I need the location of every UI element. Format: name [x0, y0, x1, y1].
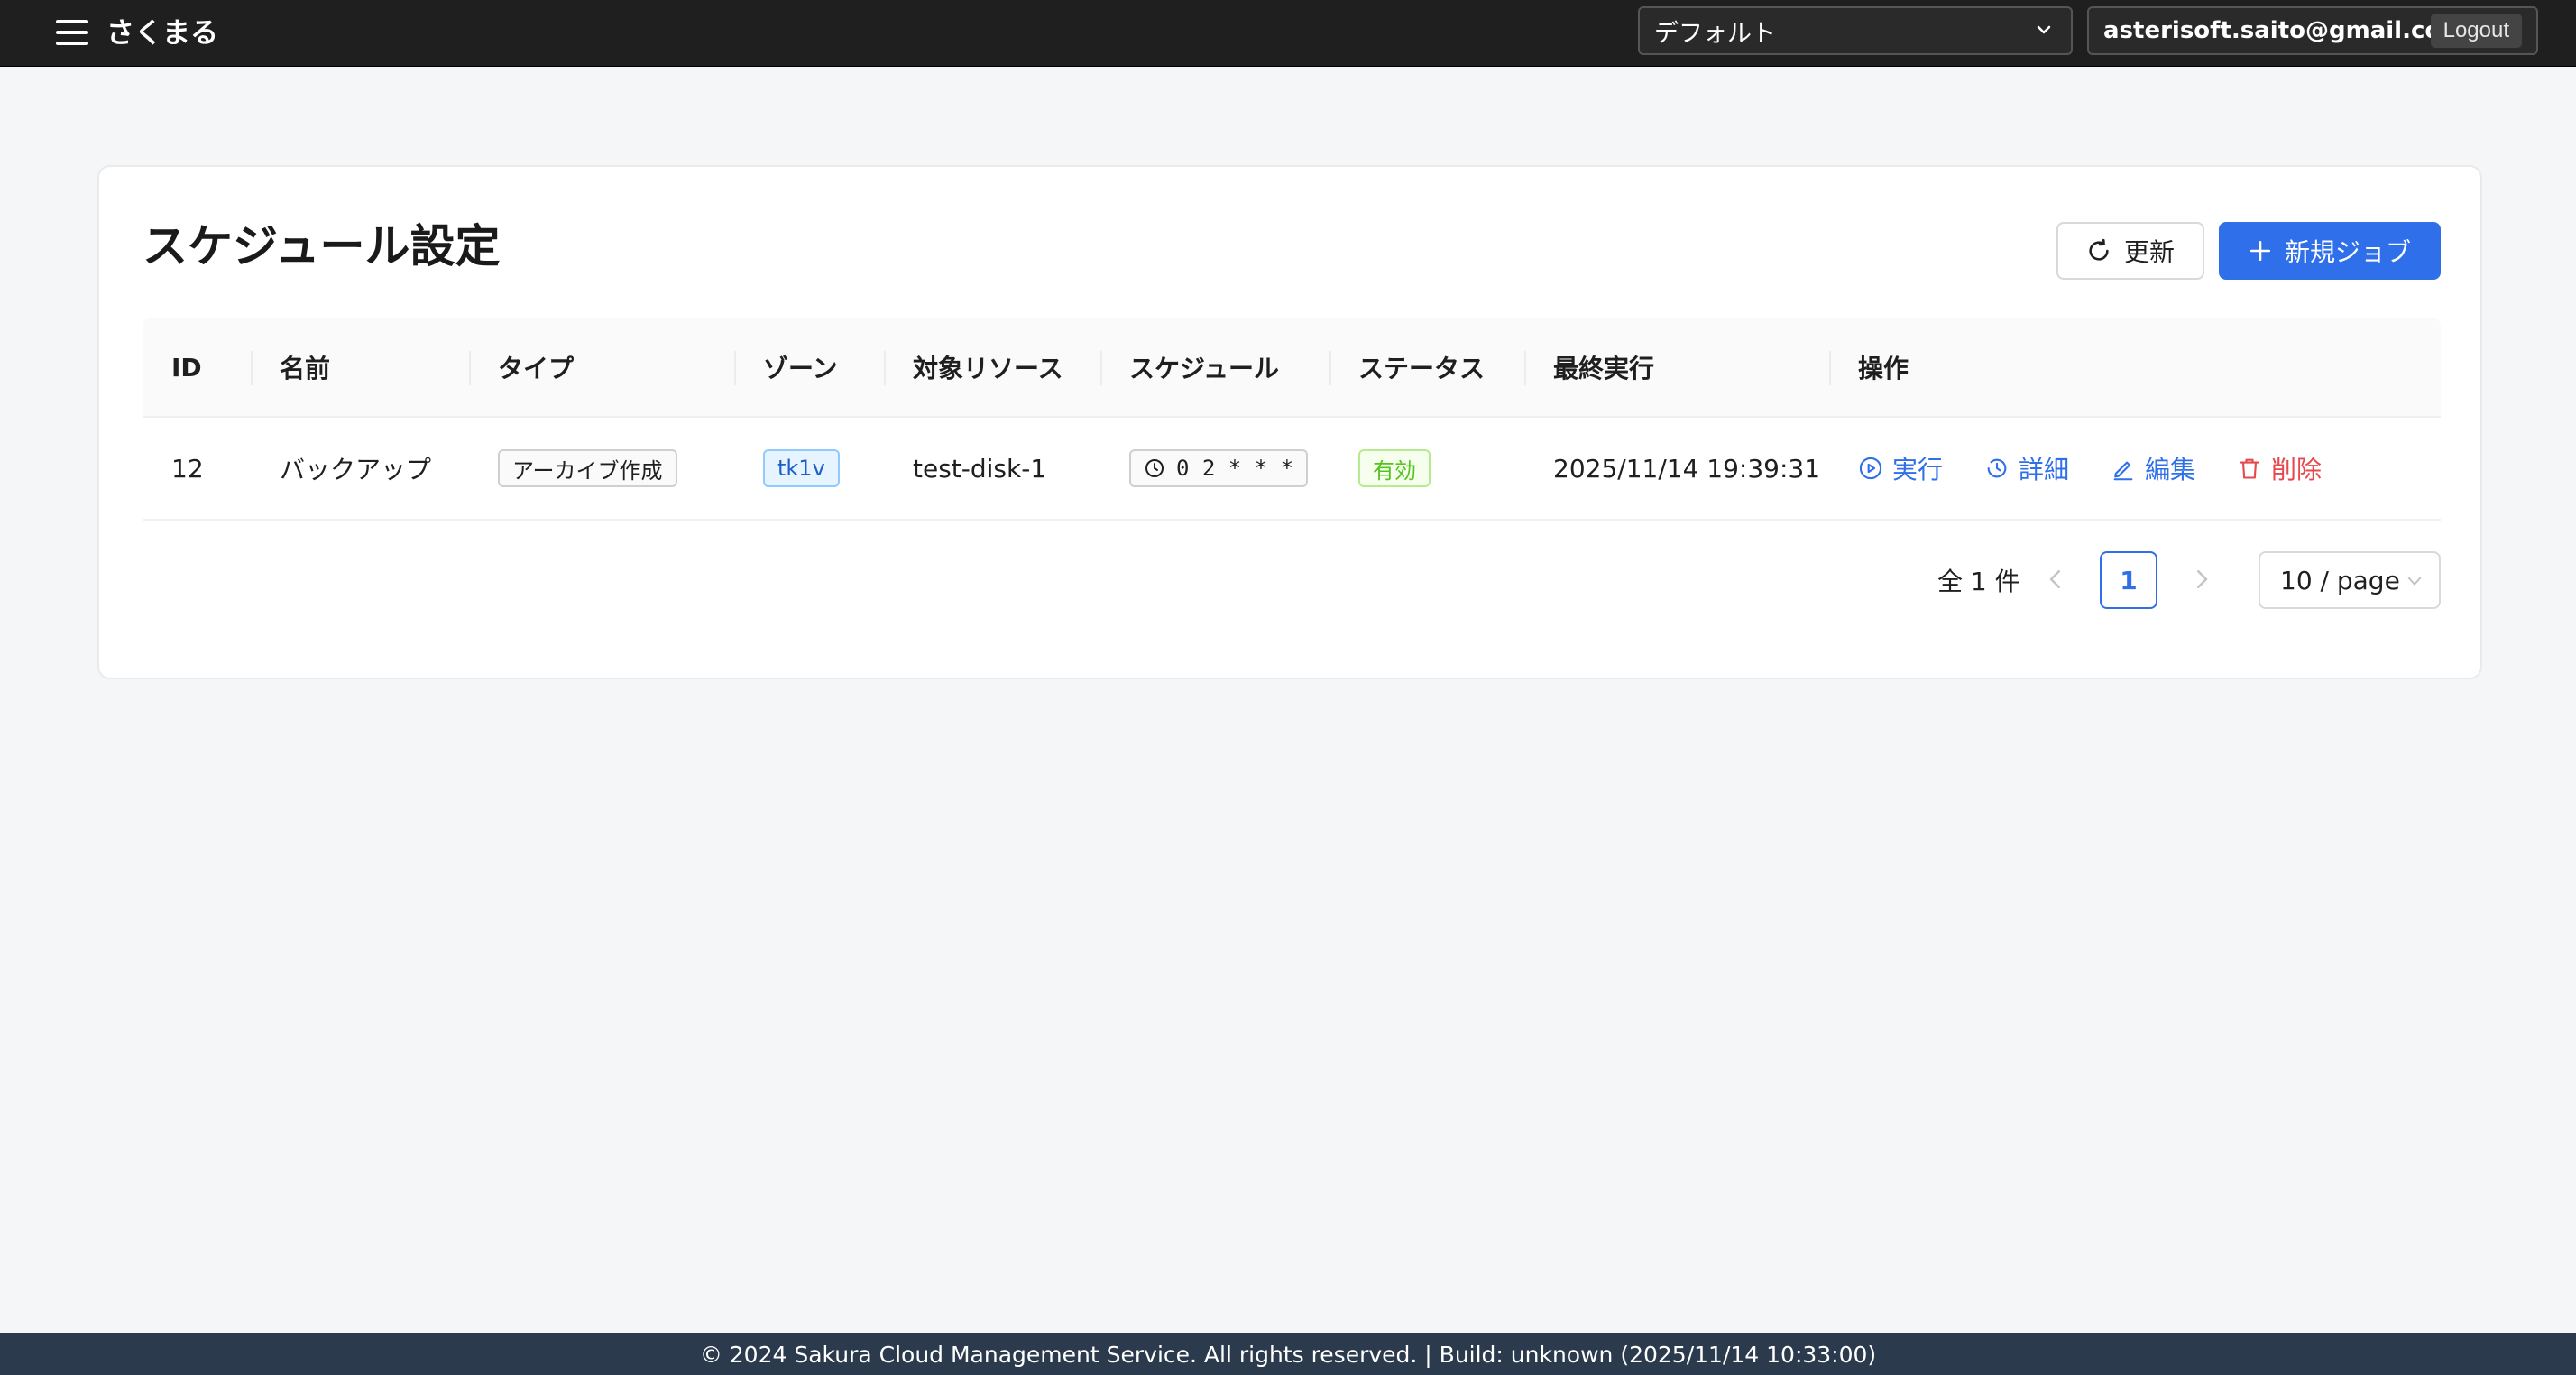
chevron-down-icon: [2037, 25, 2051, 34]
zone-tag: tk1v: [763, 449, 840, 487]
total-count: 全 1 件: [1937, 567, 2020, 596]
chevron-right-icon[interactable]: [2188, 566, 2215, 593]
cell-type: アーカイブ作成: [469, 418, 734, 519]
new-job-button[interactable]: 新規ジョブ: [2219, 222, 2441, 280]
cell-resource: test-disk-1: [913, 453, 1047, 484]
chevron-down-icon: [2407, 577, 2422, 586]
history-icon: [1987, 458, 2007, 478]
cell-schedule: 0 2 * * *: [1100, 418, 1329, 519]
schedule-table: ID 名前 タイプ ゾーン 対象リソース スケジュール ステータス 最終実行 操…: [143, 318, 2441, 521]
cell-zone: tk1v: [734, 418, 884, 519]
plus-icon: [2249, 240, 2271, 262]
cell-actions: 実行 詳細 編集 削除: [1829, 418, 2441, 519]
schedule-card: スケジュール設定 更新 新規ジョブ ID 名前 タイプ ゾーン 対象リソース ス…: [97, 165, 2482, 679]
column-header-status: ステータス: [1329, 318, 1524, 416]
page-title: スケジュール設定: [143, 220, 501, 272]
column-header-last-run: 最終実行: [1524, 318, 1829, 416]
column-header-schedule: スケジュール: [1100, 318, 1329, 416]
top-navbar: さくまる デフォルト asterisoft.saito@gmail.com Lo…: [0, 0, 2576, 67]
project-select[interactable]: デフォルト: [1638, 6, 2073, 55]
column-header-resource: 対象リソース: [884, 318, 1100, 416]
edit-label: 編集: [2145, 455, 2196, 484]
refresh-label: 更新: [2123, 238, 2175, 266]
edit-action[interactable]: 編集: [2111, 450, 2195, 486]
cell-last-run: 2025/11/14 19:39:31: [1553, 453, 1821, 484]
cell-status: 有効: [1329, 418, 1524, 519]
cell-name: バックアップ: [280, 455, 432, 484]
column-header-actions: 操作: [1829, 318, 2441, 416]
clock-icon: [1145, 459, 1164, 477]
trash-icon: [2240, 458, 2259, 479]
detail-action[interactable]: 詳細: [1984, 450, 2069, 486]
user-menu: asterisoft.saito@gmail.com Logout: [2087, 6, 2538, 55]
table-row: 12 バックアップ アーカイブ作成 tk1v test-disk-1 0 2 *…: [143, 418, 2441, 521]
status-badge: 有効: [1358, 449, 1431, 487]
detail-label: 詳細: [2019, 455, 2070, 484]
new-job-label: 新規ジョブ: [2284, 238, 2411, 266]
page-size-select[interactable]: 10 / page: [2259, 551, 2441, 609]
cell-id: 12: [171, 453, 204, 484]
table-header: ID 名前 タイプ ゾーン 対象リソース スケジュール ステータス 最終実行 操…: [143, 318, 2441, 418]
user-email: asterisoft.saito@gmail.com: [2103, 17, 2466, 44]
project-select-value: デフォルト: [1654, 19, 1776, 48]
column-header-name: 名前: [251, 318, 469, 416]
edit-icon: [2113, 461, 2133, 481]
delete-label: 削除: [2271, 455, 2323, 484]
delete-action[interactable]: 削除: [2237, 450, 2322, 486]
refresh-icon: [2089, 238, 2109, 261]
logout-button[interactable]: Logout: [2430, 14, 2522, 48]
column-header-type: タイプ: [469, 318, 734, 416]
run-label: 実行: [1892, 455, 1944, 484]
brand-logo[interactable]: さくまる: [106, 11, 218, 56]
footer-text: © 2024 Sakura Cloud Management Service. …: [699, 1341, 1877, 1368]
column-header-zone: ゾーン: [734, 318, 884, 416]
column-header-id: ID: [171, 352, 202, 383]
run-action[interactable]: 実行: [1858, 450, 1943, 486]
schedule-tag: 0 2 * * *: [1129, 449, 1309, 487]
page-size-value: 10 / page: [2280, 565, 2400, 595]
type-tag: アーカイブ作成: [498, 449, 677, 487]
refresh-button[interactable]: 更新: [2056, 222, 2204, 280]
pagination: 全 1 件 1 10 / page: [99, 549, 2484, 609]
chevron-left-icon[interactable]: [2042, 566, 2069, 593]
footer: © 2024 Sakura Cloud Management Service. …: [0, 1333, 2576, 1375]
hamburger-menu-icon[interactable]: [56, 20, 88, 45]
schedule-cron: 0 2 * * *: [1176, 456, 1294, 481]
play-circle-icon: [1859, 457, 1882, 480]
page-number-current[interactable]: 1: [2100, 551, 2157, 609]
